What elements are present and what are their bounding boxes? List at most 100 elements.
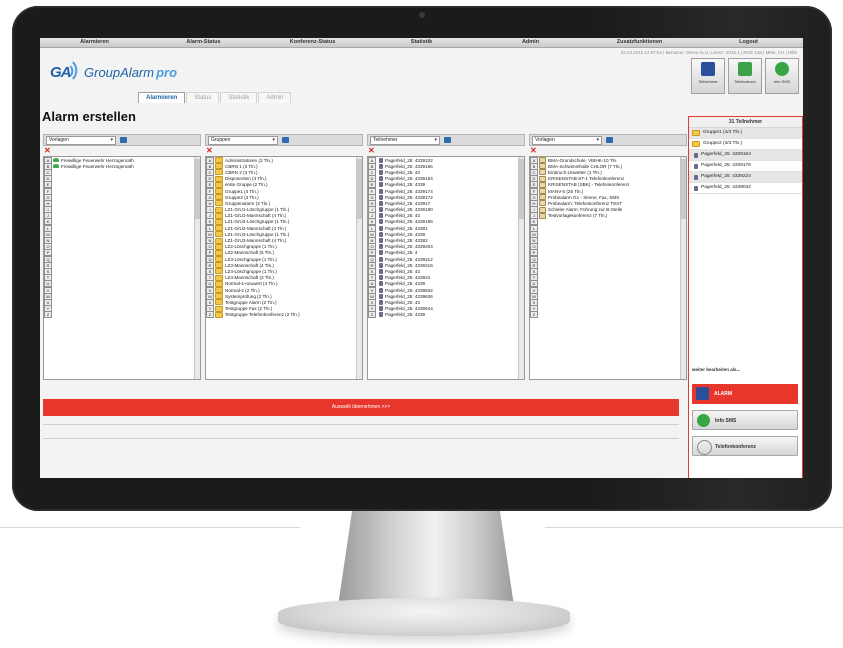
- list-item[interactable]: Z: [44, 311, 200, 319]
- main-tabs: Alarmieren Status Statistik Admin: [138, 92, 292, 103]
- list-item-label: BMA-Schwimmhalle CHLOR (7 Tln.): [548, 163, 623, 169]
- selected-item[interactable]: Pagerfeld_25: 4339176: [689, 161, 802, 172]
- list-item-label: Pagerfeld_25: 4339166: [385, 163, 433, 169]
- list-item-label: Schieler Alarm: Führung zur B-Stelle: [548, 207, 623, 213]
- menu-item-alarmieren[interactable]: Alarmieren: [40, 38, 149, 47]
- list-item-label: Pagerfeld_25: 43: [385, 299, 420, 305]
- selected-item[interactable]: Gruppe1 (4/4 Tln.): [689, 128, 802, 139]
- folder-icon: [215, 305, 223, 312]
- folder-icon: [215, 181, 223, 188]
- scrollbar-thumb[interactable]: [195, 159, 200, 219]
- folder-icon: [215, 256, 223, 263]
- list-item-label: Pagerfeld_25: 4339: [385, 182, 426, 188]
- person-icon: [379, 207, 383, 213]
- person-icon: [694, 152, 698, 158]
- scrollbar-thumb[interactable]: [519, 159, 524, 219]
- clear-icon[interactable]: ✕: [43, 146, 201, 156]
- save-icon[interactable]: [120, 137, 127, 143]
- info-sms-button[interactable]: Info SMS: [765, 58, 799, 94]
- clear-icon[interactable]: ✕: [367, 146, 525, 156]
- column-gruppen: Gruppen ▾ ✕ A Administratoren (3 Tln.) B CBR…: [205, 134, 363, 380]
- save-icon[interactable]: [606, 137, 613, 143]
- info-sms-send-button[interactable]: Info SMS: [692, 410, 798, 430]
- menu-item-alarm-status[interactable]: Alarm-Status: [149, 38, 258, 47]
- telefonbuch-button[interactable]: Telefonbuch: [728, 58, 762, 94]
- menu-item-admin[interactable]: Admin: [476, 38, 585, 47]
- list-item[interactable]: Z Pagerfeld_25: 4339: [368, 311, 524, 319]
- selected-list: Gruppe1 (4/4 Tln.) Gruppe2 (3/3 Tln.) Page…: [689, 128, 802, 194]
- folder-icon: [215, 311, 223, 318]
- selected-item[interactable]: Pagerfeld_25: 4339032: [689, 183, 802, 194]
- person-icon: [694, 174, 698, 180]
- teilnehmer-button-label: Teilnehmer: [698, 79, 718, 84]
- person-icon: [379, 287, 383, 293]
- letter-index[interactable]: Z: [530, 311, 538, 319]
- logo-name: GroupAlarm: [84, 64, 155, 80]
- person-icon: [379, 188, 383, 194]
- list-item-label: Pagerfeld_25: 4: [385, 250, 418, 256]
- save-icon[interactable]: [282, 137, 289, 143]
- menu-item-logout[interactable]: Logout: [694, 38, 803, 47]
- folder-icon: [215, 231, 223, 238]
- column-dropdown[interactable]: Vorlagen ▾: [532, 135, 602, 145]
- letter-index[interactable]: Z: [368, 311, 376, 319]
- column-dropdown[interactable]: Teilnehmer ▾: [370, 135, 440, 145]
- menu-item-konferenz-status[interactable]: Konferenz-Status: [258, 38, 367, 47]
- tab-statistik[interactable]: Statistik: [220, 92, 258, 103]
- list-item-label: Pagerfeld_25: 43: [385, 169, 420, 175]
- folder-icon: [215, 225, 223, 232]
- groupalarm-logo: GA GroupAlarm pro: [50, 60, 177, 84]
- column-vorlagen-left: Vorlagen ▾ ✕ A Freiwillige Feuerwehr Herzo…: [43, 134, 201, 380]
- list-item-label: LZ1-GrU3-Löschgruppe (1 Tln.): [225, 231, 290, 237]
- letter-index[interactable]: Z: [44, 311, 52, 319]
- tab-status[interactable]: Status: [186, 92, 220, 103]
- list-item[interactable]: Z: [530, 311, 686, 319]
- telefonkonferenz-button[interactable]: Telefonkonferenz: [692, 436, 798, 456]
- scrollbar[interactable]: [356, 157, 362, 379]
- menu-item-statistik[interactable]: Statistik: [367, 38, 476, 47]
- person-icon: [379, 299, 383, 305]
- column-dropdown[interactable]: Gruppen ▾: [208, 135, 278, 145]
- list-item-label: Gruppenalarm (3 Tln.): [225, 200, 271, 206]
- scrollbar[interactable]: [680, 157, 686, 379]
- list-item[interactable]: Z Testgruppe Telefonkonferenz (2 Tln.): [206, 311, 362, 319]
- list-item-label: Testgruppe Telefonkonferenz (2 Tln.): [225, 312, 300, 318]
- clear-icon[interactable]: ✕: [529, 146, 687, 156]
- list-item-label: Pagerfeld_25: 4339102: [385, 157, 433, 163]
- folder-icon: [215, 249, 223, 256]
- scrollbar[interactable]: [518, 157, 524, 379]
- list-item-label: LZ1-GrU1-Löschgruppe (1 Tln.): [225, 207, 290, 213]
- info-sms-label: Info SMS: [715, 418, 737, 424]
- letter-index[interactable]: Z: [206, 311, 214, 319]
- person-icon: [379, 275, 383, 281]
- dropdown-value: Gruppen: [211, 136, 231, 143]
- selected-item[interactable]: Pagerfeld_25: 4339224: [689, 172, 802, 183]
- apply-selection-bar[interactable]: Auswahl übernehmen >>>: [43, 399, 679, 416]
- menu-item-zusatzfunktionen[interactable]: Zusatzfunktionen: [585, 38, 694, 47]
- column-dropdown[interactable]: Vorlagen ▾: [46, 135, 116, 145]
- person-icon: [701, 62, 715, 76]
- list-item-label: LZ1-GrU1-Mannschaft (4 Tln.): [225, 213, 287, 219]
- chevron-down-icon: ▾: [596, 136, 599, 143]
- list-item-label: Einbruch-Unwetter (1 Tln.): [548, 169, 602, 175]
- divider: [43, 438, 679, 439]
- chevron-down-icon: ▾: [434, 136, 437, 143]
- edit-as-label[interactable]: weiter bearbeiten als...: [692, 367, 740, 372]
- selected-item[interactable]: Gruppe2 (3/3 Tln.): [689, 139, 802, 150]
- person-icon: [379, 219, 383, 225]
- scrollbar[interactable]: [194, 157, 200, 379]
- tab-alarmieren[interactable]: Alarmieren: [138, 92, 186, 103]
- clear-icon[interactable]: ✕: [205, 146, 363, 156]
- save-icon[interactable]: [444, 137, 451, 143]
- selected-item-label: Gruppe2 (3/3 Tln.): [703, 141, 743, 146]
- scrollbar-thumb[interactable]: [681, 159, 686, 219]
- list-item-label: Disponenten (4 Tln.): [225, 176, 267, 182]
- tab-admin[interactable]: Admin: [258, 92, 292, 103]
- teilnehmer-button[interactable]: Teilnehmer: [691, 58, 725, 94]
- alarm-button[interactable]: ALARM: [692, 384, 798, 404]
- scrollbar-thumb[interactable]: [357, 159, 362, 219]
- list-item-label: Pagerfeld_25: 4339: [385, 312, 426, 318]
- dropdown-value: Teilnehmer: [373, 136, 398, 143]
- selected-item[interactable]: Pagerfeld_25: 4339164: [689, 150, 802, 161]
- list-item-label: Pagerfeld_25: 43: [385, 268, 420, 274]
